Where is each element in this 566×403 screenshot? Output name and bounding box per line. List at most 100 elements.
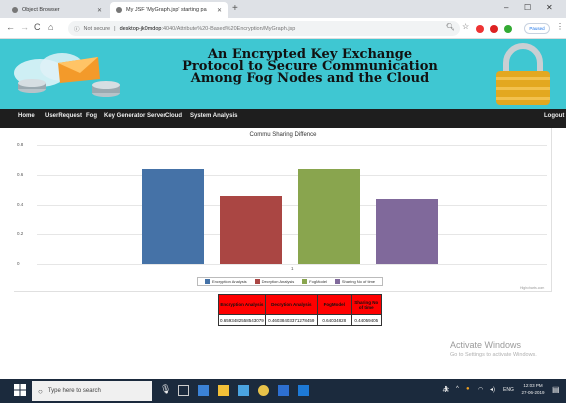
clock-date: 27-06-2019 xyxy=(521,390,545,395)
table-header-row: Encryption Analysis Decrytion Analysis F… xyxy=(218,294,382,315)
activate-windows-title: Activate Windows xyxy=(450,340,522,350)
close-tab-icon[interactable]: ✕ xyxy=(217,7,222,14)
minimize-button[interactable]: – xyxy=(504,3,508,12)
y-tick-label: 0.2 xyxy=(17,231,24,237)
table-row: 0.6593482558543079 0.46038403371278459 0… xyxy=(218,314,382,326)
app-icon[interactable] xyxy=(278,385,289,396)
tab-label: Object Browser xyxy=(22,7,60,13)
padlock-icon xyxy=(496,43,550,105)
app-icon[interactable] xyxy=(198,385,209,396)
people-icon[interactable]: ⛹︎ xyxy=(442,386,450,393)
chart-title: Commu Sharing Diffence xyxy=(249,132,317,138)
volume-icon[interactable]: ◂) xyxy=(490,386,495,393)
grid-line xyxy=(37,145,547,146)
taskbar-search-input[interactable]: ○ Type here to search xyxy=(32,381,152,401)
table-header-cell: Sharing No of time xyxy=(350,294,382,315)
extension-icon[interactable] xyxy=(476,25,484,33)
y-tick-label: 0 xyxy=(17,261,20,266)
analysis-table: Encryption Analysis Decrytion Analysis F… xyxy=(218,294,382,326)
legend-swatch xyxy=(204,279,210,284)
chart-bar[interactable] xyxy=(220,195,282,264)
search-placeholder: Type here to search xyxy=(47,388,101,394)
reload-icon[interactable]: C xyxy=(34,22,41,32)
extension-icon[interactable] xyxy=(490,25,498,33)
logout-link[interactable]: Logout xyxy=(544,113,564,119)
info-icon: ⓘ xyxy=(74,26,80,33)
legend-label: Sharing No of time xyxy=(341,279,376,284)
close-window-button[interactable]: ✕ xyxy=(546,3,553,12)
url-host: desktop-jk0mdop xyxy=(119,25,162,32)
windows-start-icon[interactable] xyxy=(14,384,26,396)
chart-bar[interactable] xyxy=(376,198,438,264)
chart-credit[interactable]: Highcharts.com xyxy=(520,286,544,290)
nav-fog[interactable]: Fog xyxy=(86,113,97,119)
legend-label: FogModel xyxy=(309,279,327,284)
back-icon[interactable]: ← xyxy=(6,22,15,32)
legend-item[interactable]: FogModel xyxy=(302,279,327,284)
y-tick-label: 0.8 xyxy=(17,142,24,147)
legend-item[interactable]: Sharing No of time xyxy=(334,279,376,284)
chart-bar[interactable] xyxy=(298,168,360,264)
legend-swatch xyxy=(254,279,260,284)
not-secure-label: Not secure xyxy=(83,25,111,32)
profile-paused-badge[interactable]: Paused xyxy=(524,23,550,34)
globe-icon xyxy=(12,7,18,13)
network-icon[interactable]: ◠ xyxy=(478,386,483,393)
address-bar[interactable]: ⓘ Not secure | desktop-jk0mdop :4040/Att… xyxy=(68,21,460,36)
maximize-button[interactable]: ☐ xyxy=(524,3,531,12)
table-header-cell: Decrytion Analysis xyxy=(264,294,318,315)
chrome-icon[interactable] xyxy=(258,385,269,396)
action-center-icon[interactable]: ▤ xyxy=(552,385,560,394)
nav-cloud[interactable]: Cloud xyxy=(165,113,182,119)
legend-swatch xyxy=(302,279,308,284)
chevron-up-icon[interactable]: ^ xyxy=(456,386,459,392)
extension-icon[interactable] xyxy=(504,25,512,33)
chart-bar[interactable] xyxy=(142,168,204,264)
forward-icon[interactable]: → xyxy=(20,22,29,32)
nav-key-generator-server[interactable]: Key Generator Server xyxy=(104,113,166,119)
microphone-icon[interactable]: 🎙︎ xyxy=(160,384,171,395)
cloud-data-illustration xyxy=(14,53,120,97)
y-tick-label: 0.6 xyxy=(17,171,24,177)
menu-icon[interactable]: ⋮ xyxy=(556,22,564,31)
legend-item[interactable]: Decrytion Analysis xyxy=(254,279,295,284)
clock-time: 12:03 PM xyxy=(523,383,543,388)
table-cell: 0.44059405 xyxy=(350,314,382,326)
table-cell: 0.64034828 xyxy=(316,314,352,326)
file-explorer-icon[interactable] xyxy=(218,385,229,396)
store-icon[interactable] xyxy=(238,385,249,396)
y-tick-label: 0.4 xyxy=(17,201,24,207)
taskbar-clock[interactable]: 12:03 PM 27-06-2019 xyxy=(518,382,548,396)
new-tab-button[interactable]: + xyxy=(232,3,238,14)
x-tick-label: 1 xyxy=(291,266,294,271)
tab-label: My JSF 'MyGraph.jsp' starting pa xyxy=(126,7,207,13)
home-icon[interactable]: ⌂ xyxy=(48,22,53,32)
main-nav xyxy=(0,109,566,128)
nav-home[interactable]: Home xyxy=(18,113,35,119)
zoom-icon[interactable]: 🔍︎ xyxy=(446,23,455,31)
app-icon[interactable] xyxy=(298,385,309,396)
grid-line xyxy=(37,174,547,176)
legend-label: Decrytion Analysis xyxy=(261,279,295,284)
task-view-icon[interactable] xyxy=(178,385,189,396)
globe-icon xyxy=(116,7,122,13)
table-cell: 0.6593482558543079 xyxy=(218,314,266,326)
close-tab-icon[interactable]: ✕ xyxy=(97,7,102,14)
chart-legend: Encryption Analysis Decrytion Analysis Fog… xyxy=(197,277,383,286)
legend-label: Encryption Analysis xyxy=(211,279,247,284)
chart-container xyxy=(14,128,552,292)
grid-line xyxy=(37,204,547,206)
url-path: :4040/Attribute%20-Based%20Encryption/My… xyxy=(161,25,296,32)
nav-userrequest[interactable]: UserRequest xyxy=(45,113,82,119)
tab-mygraph[interactable]: My JSF 'MyGraph.jsp' starting pa ✕ xyxy=(110,2,228,18)
star-icon[interactable]: ☆ xyxy=(462,22,469,31)
site-title: An Encrypted Key Exchange Protocol to Se… xyxy=(182,47,438,86)
nav-system-analysis[interactable]: System Analysis xyxy=(190,113,237,119)
notification-icon[interactable]: ● xyxy=(466,386,470,392)
tab-object-browser[interactable]: Object Browser ✕ xyxy=(6,2,108,18)
language-indicator[interactable]: ENG xyxy=(503,387,514,393)
legend-item[interactable]: Encryption Analysis xyxy=(204,279,247,284)
table-cell: 0.46038403371278459 xyxy=(264,314,318,326)
table-header-cell: Encryption Analysis xyxy=(218,294,266,315)
activate-windows-hint: Go to Settings to activate Windows. xyxy=(450,352,537,358)
